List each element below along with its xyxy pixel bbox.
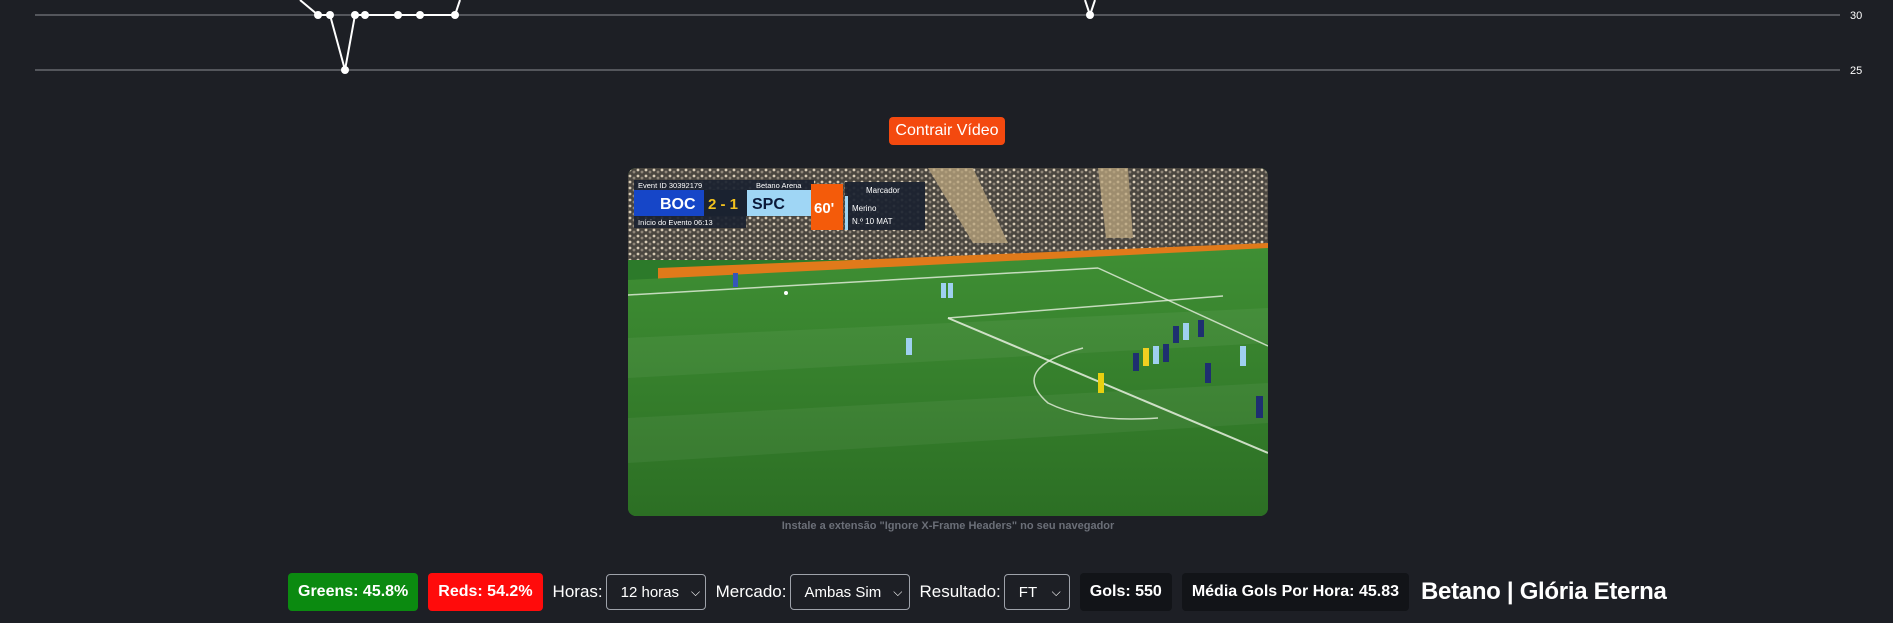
series-line [318,14,455,71]
chevron-down-icon: ⌵ [1051,584,1061,599]
data-point[interactable] [341,66,349,74]
match-score: 2 - 1 [708,196,738,213]
reds-badge: Reds: 54.2% [428,573,543,611]
data-point[interactable] [326,11,334,19]
hours-label: Horas: [552,582,603,601]
result-select[interactable]: FT ⌵ [1003,574,1070,610]
data-point[interactable] [351,11,359,19]
chart-svg: 30 25 [35,0,1862,77]
hours-select-value: 12 horas [620,583,679,601]
video-frame[interactable]: Event ID 30392179 Betano Arena BOC 2 - 1… [628,168,1268,516]
market-label: Mercado: [715,582,787,601]
chevron-down-icon: ⌵ [893,584,903,599]
chart-series [299,0,1096,74]
goals-count-badge: Gols: 550 [1079,573,1172,611]
scorer-detail: N.º 10 MAT [852,217,893,226]
hours-select[interactable]: 12 horas ⌵ [605,574,706,610]
data-point[interactable] [314,11,322,19]
data-point[interactable] [394,11,402,19]
page: 30 25 Contrair Vídeo Event ID 30392179 B… [0,0,1893,623]
extension-hint: Instale a extensão "Ignore X-Frame Heade… [781,520,1115,532]
video-image: Event ID 30392179 Betano Arena BOC 2 - 1… [628,168,1268,516]
data-point[interactable] [361,11,369,19]
away-team: SPC [752,196,785,213]
event-start: Início do Evento 06:13 [638,218,713,227]
venue-name: Betano Arena [756,181,802,190]
goals-line-chart: 30 25 [0,0,1893,85]
scorer-header: Marcador [866,186,900,195]
page-title: Betano | Glória Eterna [1421,578,1667,605]
avg-goals-per-hour-badge: Média Gols Por Hora: 45.83 [1181,573,1409,611]
event-id: Event ID 30392179 [638,181,702,190]
y-tick-label-30: 30 [1850,10,1862,22]
home-team: BOC [660,196,696,213]
data-point[interactable] [416,11,424,19]
data-point[interactable] [1086,11,1094,19]
data-point[interactable] [451,11,459,19]
y-tick-label-25: 25 [1850,65,1862,77]
greens-badge: Greens: 45.8% [288,573,419,611]
result-label: Resultado: [919,582,1001,601]
chevron-down-icon: ⌵ [691,584,701,599]
market-select-value: Ambas Sim [804,583,882,601]
scorer-name: Merino [852,204,877,213]
result-select-value: FT [1018,583,1038,601]
match-minute: 60' [814,200,834,217]
market-select[interactable]: Ambas Sim ⌵ [789,574,910,610]
collapse-video-button[interactable]: Contrair Vídeo [889,117,1005,145]
stats-toolbar: Greens: 45.8% Reds: 54.2% Horas: 12 hora… [288,573,1667,611]
